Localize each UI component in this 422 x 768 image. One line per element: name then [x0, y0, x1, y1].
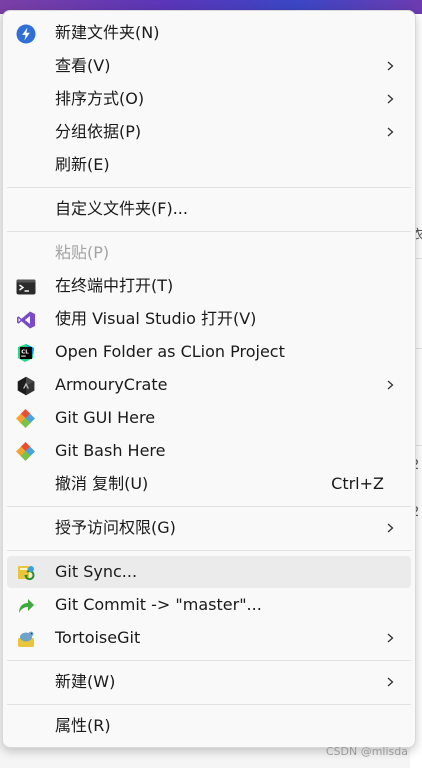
menu-item-label: 新建(W) [55, 672, 116, 691]
watermark: CSDN @mlisda [325, 745, 408, 758]
menu-item-label: 属性(R) [55, 716, 111, 735]
menu-item-tortoisegit[interactable]: TortoiseGit [7, 622, 411, 654]
menu-item-label: ArmouryCrate [55, 375, 168, 394]
menu-item-view[interactable]: 查看(V) [7, 50, 411, 82]
terminal-icon [16, 279, 36, 295]
menu-item-git-gui[interactable]: Git GUI Here [7, 402, 411, 434]
git-icon [16, 409, 35, 428]
menu-item-refresh[interactable]: 刷新(E) [7, 149, 411, 181]
menu-item-undo-copy[interactable]: 撤消 复制(U) Ctrl+Z [7, 468, 411, 500]
chevron-right-icon [387, 633, 394, 643]
chevron-right-icon [387, 523, 394, 533]
menu-item-label: 查看(V) [55, 56, 111, 75]
menu-item-open-visual-studio[interactable]: 使用 Visual Studio 打开(V) [7, 303, 411, 335]
tortoise-sync-icon [18, 566, 35, 581]
menu-item-open-clion[interactable]: CL Open Folder as CLion Project [7, 336, 411, 368]
tortoise-git-icon [18, 631, 34, 647]
menu-item-customize-folder[interactable]: 自定义文件夹(F)... [7, 193, 411, 225]
menu-item-label: 自定义文件夹(F)... [55, 199, 188, 218]
menu-separator [7, 187, 411, 188]
menu-item-label: Git GUI Here [55, 408, 156, 427]
menu-item-armoury-crate[interactable]: ArmouryCrate [7, 369, 411, 401]
menu-item-git-bash[interactable]: Git Bash Here [7, 435, 411, 467]
menu-item-label: 使用 Visual Studio 打开(V) [55, 309, 257, 328]
menu-item-new[interactable]: 新建(W) [7, 666, 411, 698]
menu-item-give-access[interactable]: 授予访问权限(G) [7, 512, 411, 544]
chevron-right-icon [387, 61, 394, 71]
menu-item-label: 排序方式(O) [55, 89, 145, 108]
menu-item-label: 分组依据(P) [55, 122, 142, 141]
menu-item-group-by[interactable]: 分组依据(P) [7, 116, 411, 148]
menu-item-git-commit[interactable]: Git Commit -> "master"... [7, 589, 411, 621]
menu-item-label: Git Sync... [55, 562, 138, 581]
menu-item-properties[interactable]: 属性(R) [7, 710, 411, 742]
visual-studio-icon [17, 311, 35, 329]
svg-text:CL: CL [21, 349, 29, 355]
menu-item-label: 刷新(E) [55, 155, 110, 174]
menu-item-label: Git Bash Here [55, 441, 166, 460]
menu-separator [7, 550, 411, 551]
menu-separator [7, 506, 411, 507]
menu-item-open-in-terminal[interactable]: 在终端中打开(T) [7, 270, 411, 302]
clion-icon: CL [18, 344, 34, 362]
menu-item-label: 在终端中打开(T) [55, 276, 174, 295]
menu-item-label: 授予访问权限(G) [55, 518, 176, 537]
menu-item-new-folder[interactable]: 新建文件夹(N) [7, 17, 411, 49]
armoury-crate-icon [17, 376, 35, 396]
menu-item-label: TortoiseGit [55, 628, 141, 647]
menu-separator [7, 660, 411, 661]
git-icon [16, 442, 35, 461]
menu-item-label: 新建文件夹(N) [55, 23, 160, 42]
chevron-right-icon [387, 94, 394, 104]
menu-item-paste: 粘贴(P) [7, 237, 411, 269]
chevron-right-icon [387, 127, 394, 137]
new-folder-icon [16, 24, 36, 44]
tortoise-commit-icon [19, 599, 34, 613]
menu-separator [7, 704, 411, 705]
menu-item-shortcut: Ctrl+Z [331, 474, 384, 493]
menu-item-label: Open Folder as CLion Project [55, 342, 285, 361]
menu-item-label: 撤消 复制(U) [55, 474, 149, 493]
menu-item-label: 粘贴(P) [55, 243, 110, 262]
chevron-right-icon [387, 677, 394, 687]
menu-item-label: Git Commit -> "master"... [55, 595, 262, 614]
menu-separator [7, 231, 411, 232]
context-menu: 新建文件夹(N) 查看(V) 排序方式(O) 分组依据(P) 刷新(E) 自定义… [2, 10, 416, 748]
chevron-right-icon [387, 380, 394, 390]
menu-item-git-sync[interactable]: Git Sync... [7, 556, 411, 588]
menu-item-sort-by[interactable]: 排序方式(O) [7, 83, 411, 115]
